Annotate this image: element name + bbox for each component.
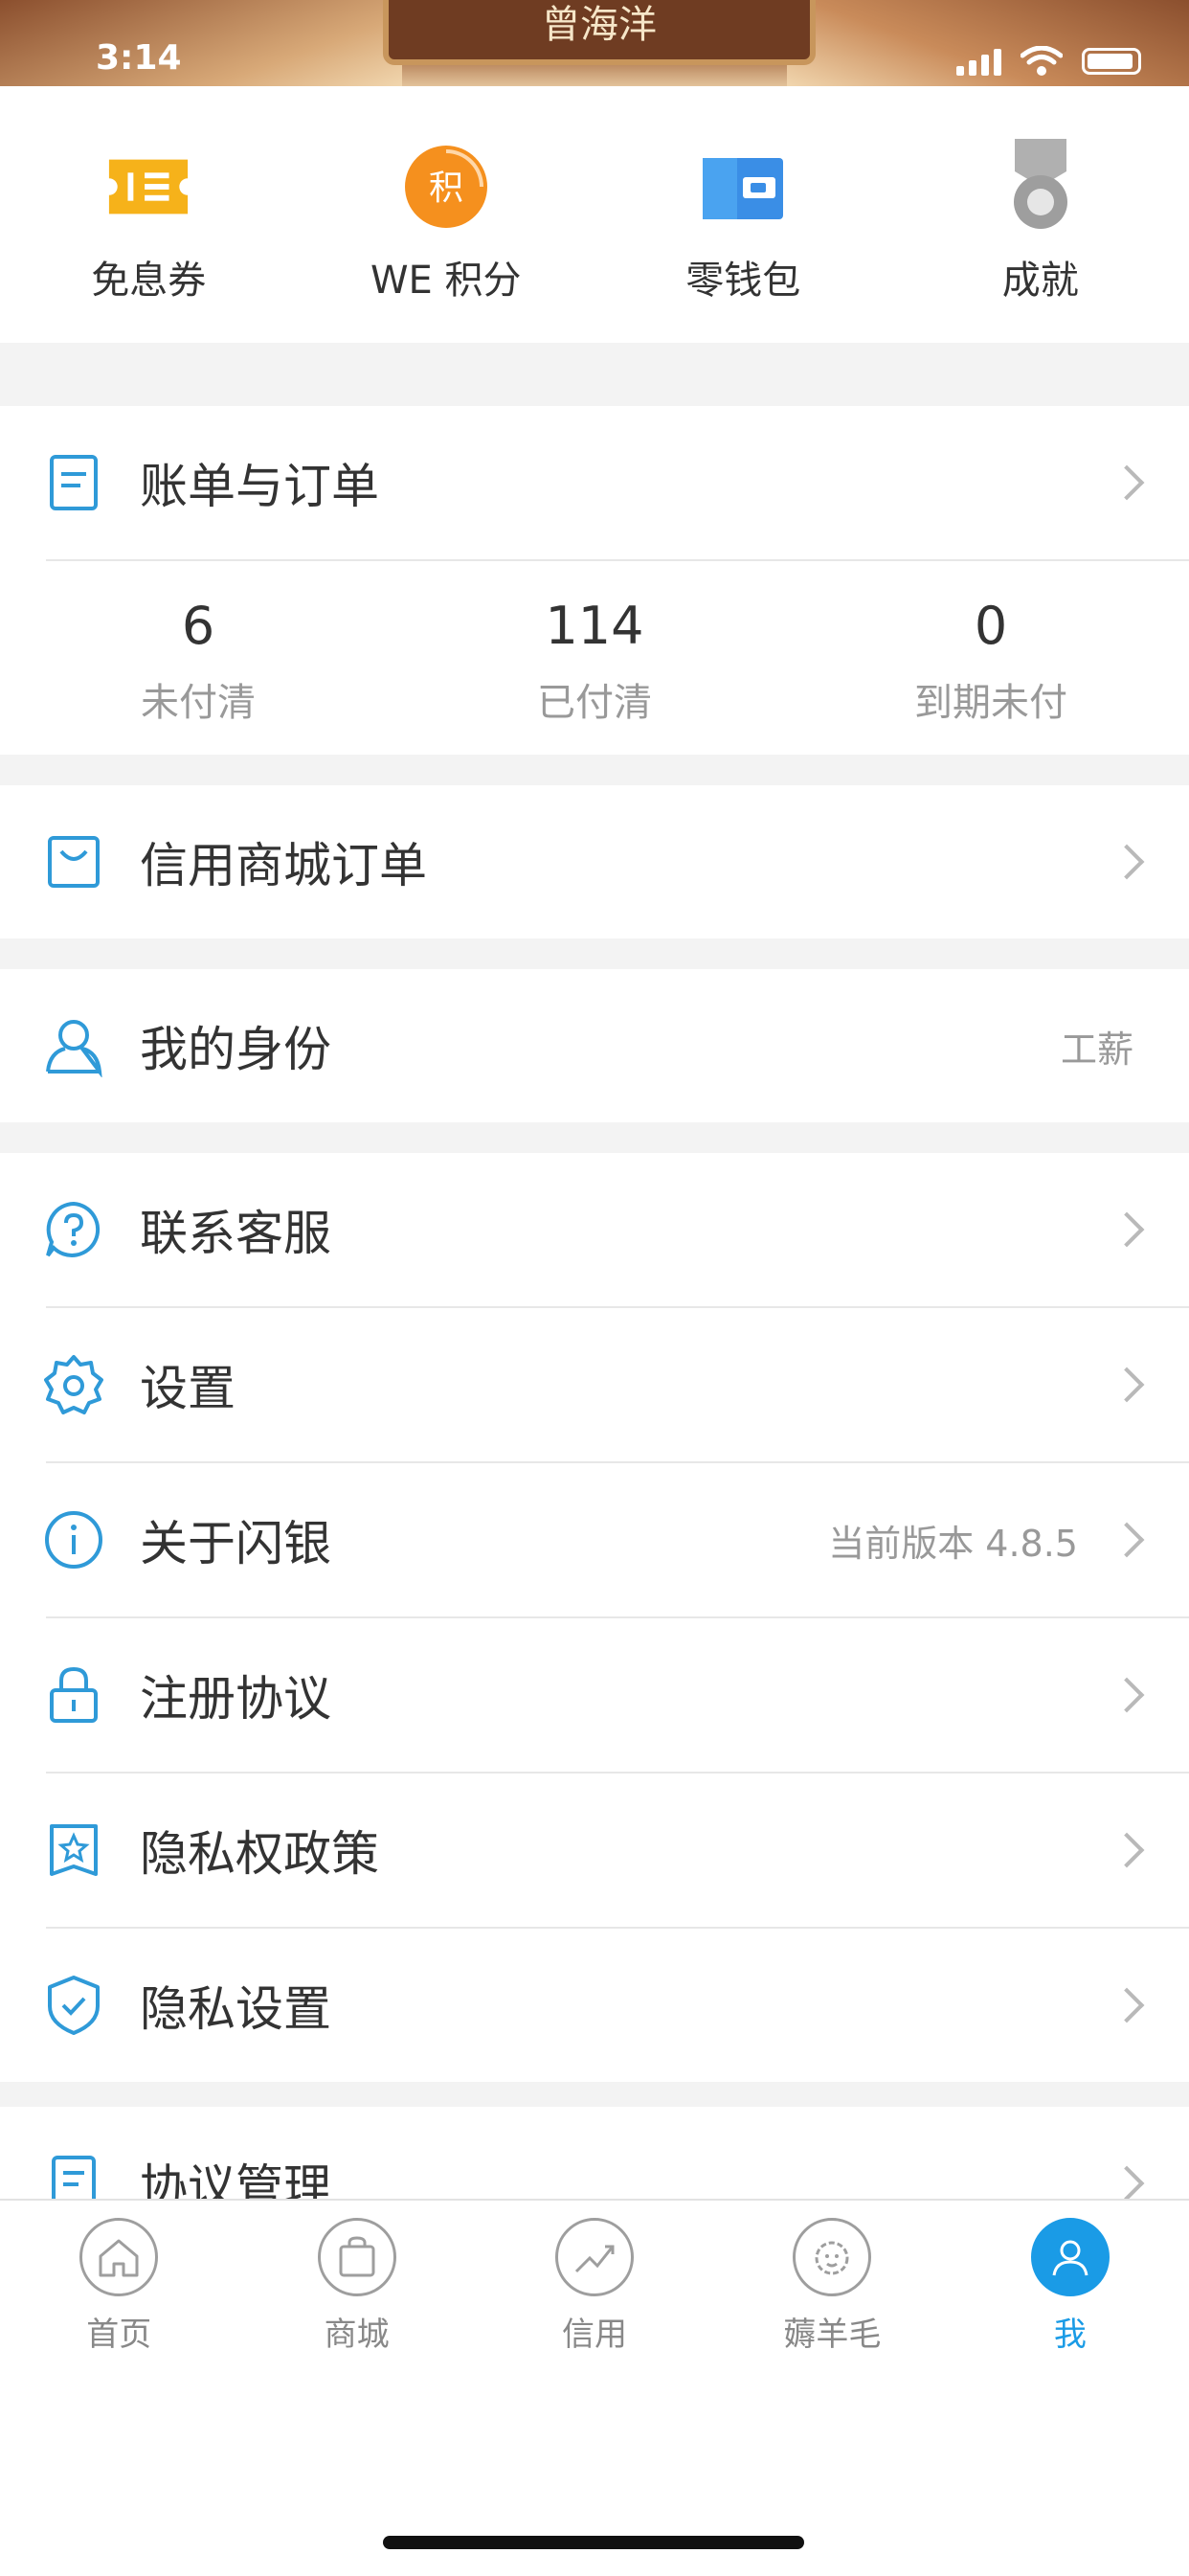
wifi-icon [1021, 46, 1063, 77]
quick-wallet-label: 零钱包 [685, 249, 800, 305]
gear-icon [42, 1353, 105, 1416]
tab-label: 薅羊毛 [783, 2308, 881, 2355]
stat-paid[interactable]: 114 已付清 [396, 561, 793, 755]
home-indicator[interactable] [383, 2536, 804, 2549]
coupon-icon [105, 144, 191, 230]
bottom-tab-bar: 首页 商城 信用 薅羊毛 我 [0, 2199, 1189, 2576]
shopping-bag-icon [42, 830, 105, 893]
menu-item-privacy-settings[interactable]: 隐私设置 [0, 1929, 1189, 2082]
tab-label: 商城 [325, 2308, 390, 2355]
chevron-right-icon [1110, 1523, 1145, 1558]
bag-icon [318, 2218, 396, 2296]
identity-section: 我的身份 工薪 [0, 969, 1189, 1122]
mall-orders-title: 信用商城订单 [140, 827, 427, 896]
menu-item-about[interactable]: 关于闪银 当前版本 4.8.5 [0, 1463, 1189, 1616]
stat-overdue-value: 0 [793, 596, 1189, 656]
status-icons [956, 46, 1141, 77]
quick-wallet[interactable]: 零钱包 [594, 86, 892, 343]
tab-sheep[interactable]: 薅羊毛 [713, 2201, 951, 2373]
points-badge: 积 [429, 169, 463, 208]
menu-item-label: 注册协议 [140, 1661, 331, 1729]
quick-points[interactable]: 积 WE 积分 [298, 86, 595, 343]
battery-icon [1082, 48, 1141, 75]
tab-label: 首页 [86, 2308, 151, 2355]
orders-title: 账单与订单 [140, 448, 379, 517]
version-text: 当前版本 4.8.5 [828, 1514, 1078, 1567]
mall-orders-row[interactable]: 信用商城订单 [0, 785, 1189, 938]
quick-coupon[interactable]: 免息券 [0, 86, 298, 343]
home-icon [79, 2218, 158, 2296]
quick-coupon-label: 免息券 [91, 249, 206, 305]
points-icon: 积 [403, 144, 489, 230]
menu-item-label: 联系客服 [140, 1195, 331, 1264]
orders-section: 账单与订单 6 未付清 114 已付清 0 到期未付 [0, 406, 1189, 755]
menu-item-agreement-management[interactable]: 协议管理 [0, 2107, 1189, 2199]
person-icon [1031, 2218, 1110, 2296]
identity-row[interactable]: 我的身份 工薪 [0, 969, 1189, 1122]
help-icon [42, 1198, 105, 1261]
stat-paid-label: 已付清 [396, 671, 793, 727]
menu-item-privacy-policy[interactable]: 隐私权政策 [0, 1774, 1189, 1927]
menu-item-label: 协议管理 [140, 2149, 331, 2199]
info-icon [42, 1508, 105, 1571]
banner-decoration-left [0, 0, 402, 86]
identity-value: 工薪 [1061, 1020, 1133, 1073]
menu-item-settings[interactable]: 设置 [0, 1308, 1189, 1461]
trend-icon [555, 2218, 634, 2296]
stat-unpaid-label: 未付清 [0, 671, 396, 727]
medal-icon [998, 144, 1084, 230]
quick-achievement[interactable]: 成就 [892, 86, 1189, 343]
tab-credit[interactable]: 信用 [476, 2201, 713, 2373]
wallet-icon [700, 144, 786, 230]
bill-icon [42, 451, 105, 514]
stat-overdue-label: 到期未付 [793, 671, 1189, 727]
chevron-right-icon [1110, 2166, 1145, 2199]
chevron-right-icon [1110, 845, 1145, 880]
menu-item-label: 隐私设置 [140, 1971, 331, 2040]
star-badge-icon [42, 1819, 105, 1882]
chevron-right-icon [1110, 1833, 1145, 1868]
tab-me[interactable]: 我 [952, 2201, 1189, 2373]
chevron-right-icon [1110, 1367, 1145, 1403]
quick-points-label: WE 积分 [370, 249, 522, 305]
header-banner: 曾海洋 3:14 [0, 0, 1189, 86]
tab-home[interactable]: 首页 [0, 2201, 237, 2373]
lock-icon [42, 1663, 105, 1727]
chevron-right-icon [1110, 1212, 1145, 1248]
menu-item-label: 设置 [140, 1350, 236, 1419]
status-time: 3:14 [96, 38, 182, 78]
quick-achievement-label: 成就 [1002, 249, 1079, 305]
tab-label: 我 [1054, 2308, 1087, 2355]
chevron-right-icon [1110, 1988, 1145, 2023]
menu-item-label: 隐私权政策 [140, 1816, 379, 1885]
signal-icon [956, 47, 1001, 76]
tab-label: 信用 [562, 2308, 627, 2355]
user-name-plaque: 曾海洋 [383, 0, 816, 65]
quick-entries: 免息券 积 WE 积分 零钱包 [0, 86, 1189, 343]
agreement-section: 协议管理 [0, 2107, 1189, 2199]
chevron-right-icon [1110, 1678, 1145, 1713]
chevron-right-icon [1110, 465, 1145, 501]
identity-title: 我的身份 [140, 1011, 331, 1080]
document-icon [42, 2152, 105, 2199]
menu-item-contact-service[interactable]: 联系客服 [0, 1153, 1189, 1306]
tab-mall[interactable]: 商城 [237, 2201, 475, 2373]
user-icon [42, 1014, 105, 1077]
orders-row[interactable]: 账单与订单 [0, 406, 1189, 559]
settings-menu: 联系客服 设置 关于闪银 当前版本 4.8.5 注册协议 [0, 1153, 1189, 2082]
stat-unpaid-value: 6 [0, 596, 396, 656]
shield-check-icon [42, 1974, 105, 2037]
orders-stats: 6 未付清 114 已付清 0 到期未付 [0, 561, 1189, 755]
menu-item-label: 关于闪银 [140, 1505, 331, 1574]
menu-item-registration-agreement[interactable]: 注册协议 [0, 1618, 1189, 1772]
mall-orders-section: 信用商城订单 [0, 785, 1189, 938]
stat-paid-value: 114 [396, 596, 793, 656]
stat-overdue[interactable]: 0 到期未付 [793, 561, 1189, 755]
sheep-icon [793, 2218, 871, 2296]
stat-unpaid[interactable]: 6 未付清 [0, 561, 396, 755]
